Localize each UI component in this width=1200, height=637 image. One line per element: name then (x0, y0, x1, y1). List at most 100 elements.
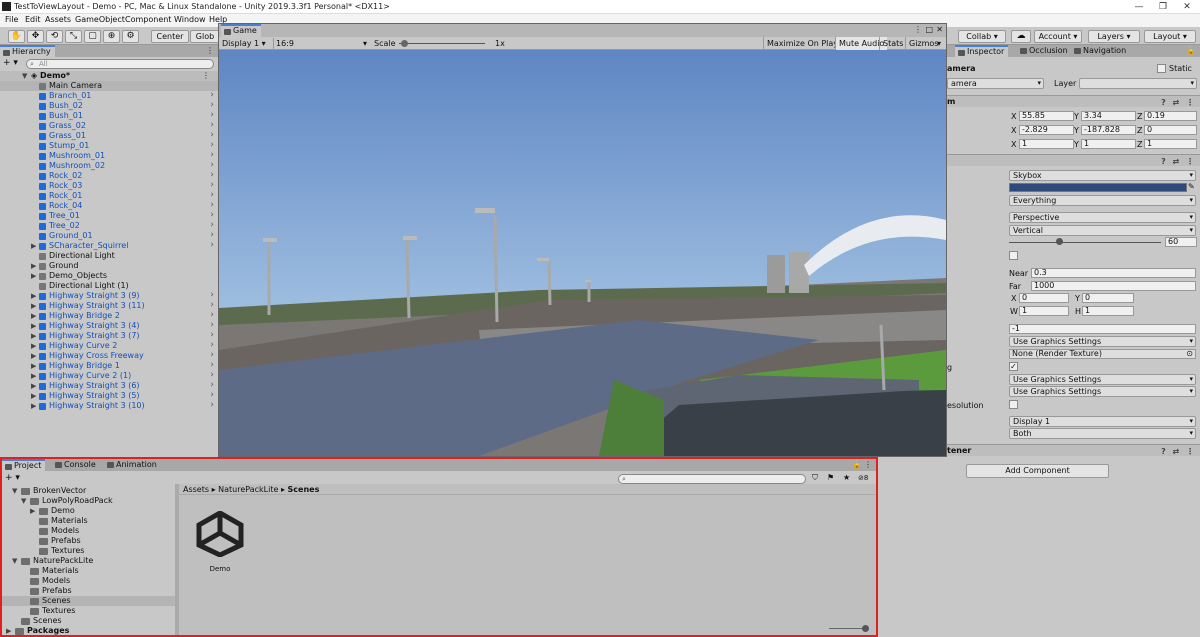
projection-dropdown[interactable]: Perspective (1009, 212, 1196, 223)
tab-navigation[interactable]: Navigation (1071, 45, 1130, 57)
hierarchy-item[interactable]: ▶ Highway Straight 3 (4) › (0, 320, 218, 331)
transform-header[interactable]: m ? ⇄ ⋮ (947, 95, 1200, 107)
breadcrumb-scenes[interactable]: Scenes (288, 485, 320, 494)
search-by-type-icon[interactable]: ⛉ (812, 473, 818, 483)
hierarchy-item[interactable]: ▶ Highway Straight 3 (11) › (0, 300, 218, 311)
component-menu-icons[interactable]: ? ⇄ ⋮ (1161, 156, 1196, 167)
target-display-dropdown[interactable]: Display 1 (1009, 416, 1196, 427)
hierarchy-item[interactable]: Main Camera (0, 81, 218, 91)
project-tree-item[interactable]: Models (2, 526, 175, 536)
hierarchy-item[interactable]: ▶ Highway Bridge 2 › (0, 310, 218, 321)
fov-axis-dropdown[interactable]: Vertical (1009, 225, 1196, 236)
lock-icon[interactable]: 🔒 (852, 460, 862, 469)
viewport-w-field[interactable]: 1 (1019, 306, 1069, 316)
open-prefab-icon[interactable]: › (210, 290, 214, 300)
hierarchy-item[interactable]: Ground_01 › (0, 230, 218, 241)
add-component-button[interactable]: Add Component (966, 464, 1109, 478)
fov-slider-handle[interactable] (1056, 238, 1064, 245)
search-by-label-icon[interactable]: ⚑ (827, 473, 834, 482)
near-field[interactable]: 0.3 (1031, 268, 1196, 278)
aspect-dropdown[interactable]: 16:9 ▾ (273, 38, 369, 49)
hierarchy-item[interactable]: Directional Light (0, 251, 218, 261)
open-prefab-icon[interactable]: › (210, 360, 214, 370)
hierarchy-search-input[interactable]: All (26, 59, 214, 69)
background-color-swatch[interactable] (1009, 183, 1187, 192)
gizmos-dropdown-icon[interactable]: ▾ (937, 38, 941, 49)
open-prefab-icon[interactable]: › (210, 400, 214, 410)
open-prefab-icon[interactable]: › (210, 220, 214, 230)
target-texture-field[interactable]: None (Render Texture) ⊙ (1009, 349, 1196, 359)
collab-button[interactable]: Collab ▾ (958, 30, 1006, 43)
panel-menu-icon[interactable]: ⋮ (914, 25, 922, 34)
tag-dropdown[interactable]: amera (947, 78, 1044, 89)
open-prefab-icon[interactable]: › (210, 90, 214, 100)
custom-tool-icon[interactable]: ⚙ (122, 30, 139, 43)
scale-slider-handle[interactable] (400, 40, 408, 47)
expand-arrow-icon[interactable]: ▶ (6, 626, 11, 636)
hierarchy-item[interactable]: Rock_01 › (0, 190, 218, 201)
hierarchy-item[interactable]: Tree_02 › (0, 220, 218, 231)
open-prefab-icon[interactable]: › (210, 200, 214, 210)
restore-button[interactable]: ❐ (1152, 1, 1174, 13)
layout-dropdown[interactable]: Layout ▾ (1144, 30, 1196, 43)
favorite-icon[interactable]: ★ (843, 473, 850, 482)
project-tree-item[interactable]: ▶ Packages (2, 626, 175, 636)
project-tree-item[interactable]: Scenes (2, 616, 175, 626)
open-prefab-icon[interactable]: › (210, 230, 214, 240)
rendering-path-dropdown[interactable]: Use Graphics Settings (1009, 336, 1196, 347)
breadcrumb-naturepacklite[interactable]: NaturePackLite (218, 485, 278, 494)
menu-assets[interactable]: Assets (45, 15, 71, 24)
open-prefab-icon[interactable]: › (210, 210, 214, 220)
expand-arrow-icon[interactable]: ▶ (31, 391, 36, 401)
msaa-dropdown[interactable]: Use Graphics Settings (1009, 386, 1196, 397)
project-tree-item[interactable]: Textures (2, 546, 175, 556)
hierarchy-item[interactable]: ▶ Highway Straight 3 (6) › (0, 380, 218, 391)
asset-tile-demo[interactable]: Demo (189, 511, 251, 573)
camera-header[interactable]: ? ⇄ ⋮ (947, 154, 1200, 166)
scale-x-field[interactable]: 1 (1019, 139, 1074, 149)
hdr-dropdown[interactable]: Use Graphics Settings (1009, 374, 1196, 385)
open-prefab-icon[interactable]: › (210, 350, 214, 360)
position-z-field[interactable]: 0.19 (1144, 111, 1197, 121)
open-prefab-icon[interactable]: › (210, 370, 214, 380)
clear-flags-dropdown[interactable]: Skybox (1009, 170, 1196, 181)
expand-arrow-icon[interactable]: ▶ (31, 291, 36, 301)
scale-slider-track[interactable] (399, 43, 485, 44)
eyedropper-icon[interactable]: ✎ (1188, 182, 1195, 191)
hierarchy-item[interactable]: Directional Light (1) (0, 281, 218, 291)
layer-dropdown[interactable] (1079, 78, 1197, 89)
open-prefab-icon[interactable]: › (210, 190, 214, 200)
hierarchy-item[interactable]: ▶ Demo_Objects (0, 271, 218, 281)
tab-console[interactable]: Console (52, 459, 100, 471)
close-button[interactable]: ✕ (1176, 1, 1198, 13)
project-tree-item[interactable]: Prefabs (2, 586, 175, 596)
hierarchy-item[interactable]: ▶ Highway Straight 3 (5) › (0, 390, 218, 401)
hidden-packages-toggle[interactable]: ⊘8 (858, 474, 868, 482)
space-toggle[interactable]: Glob (190, 30, 220, 43)
expand-arrow-icon[interactable]: ▶ (31, 361, 36, 371)
fov-field[interactable]: 60 (1165, 237, 1197, 247)
expand-arrow-icon[interactable]: ▶ (30, 506, 35, 516)
hierarchy-item[interactable]: Stump_01 › (0, 140, 218, 151)
viewport-y-field[interactable]: 0 (1082, 293, 1134, 303)
tab-inspector[interactable]: Inspector (955, 45, 1009, 57)
rotation-z-field[interactable]: 0 (1144, 125, 1197, 135)
expand-arrow-icon[interactable]: ▼ (21, 496, 26, 506)
pivot-toggle[interactable]: Center (151, 30, 189, 43)
hand-tool-icon[interactable]: ✋ (8, 30, 25, 43)
component-menu-icons[interactable]: ? ⇄ ⋮ (1161, 97, 1196, 108)
panel-menu-icon[interactable]: ⋮ (206, 46, 214, 55)
tab-animation[interactable]: Animation (104, 459, 161, 471)
tab-project[interactable]: Project (2, 459, 46, 471)
create-asset-button[interactable]: + ▾ (5, 473, 20, 483)
expand-arrow-icon[interactable]: ▶ (31, 271, 36, 281)
expand-arrow-icon[interactable]: ▶ (31, 241, 36, 251)
hierarchy-item[interactable]: Rock_03 › (0, 180, 218, 191)
expand-arrow-icon[interactable]: ▼ (12, 486, 17, 496)
project-tree-item[interactable]: ▼ LowPolyRoadPack (2, 496, 175, 506)
open-prefab-icon[interactable]: › (210, 300, 214, 310)
physical-camera-checkbox[interactable] (1009, 251, 1018, 260)
open-prefab-icon[interactable]: › (210, 120, 214, 130)
scale-y-field[interactable]: 1 (1081, 139, 1136, 149)
display-dropdown[interactable]: Display 1 ▾ (222, 38, 266, 49)
